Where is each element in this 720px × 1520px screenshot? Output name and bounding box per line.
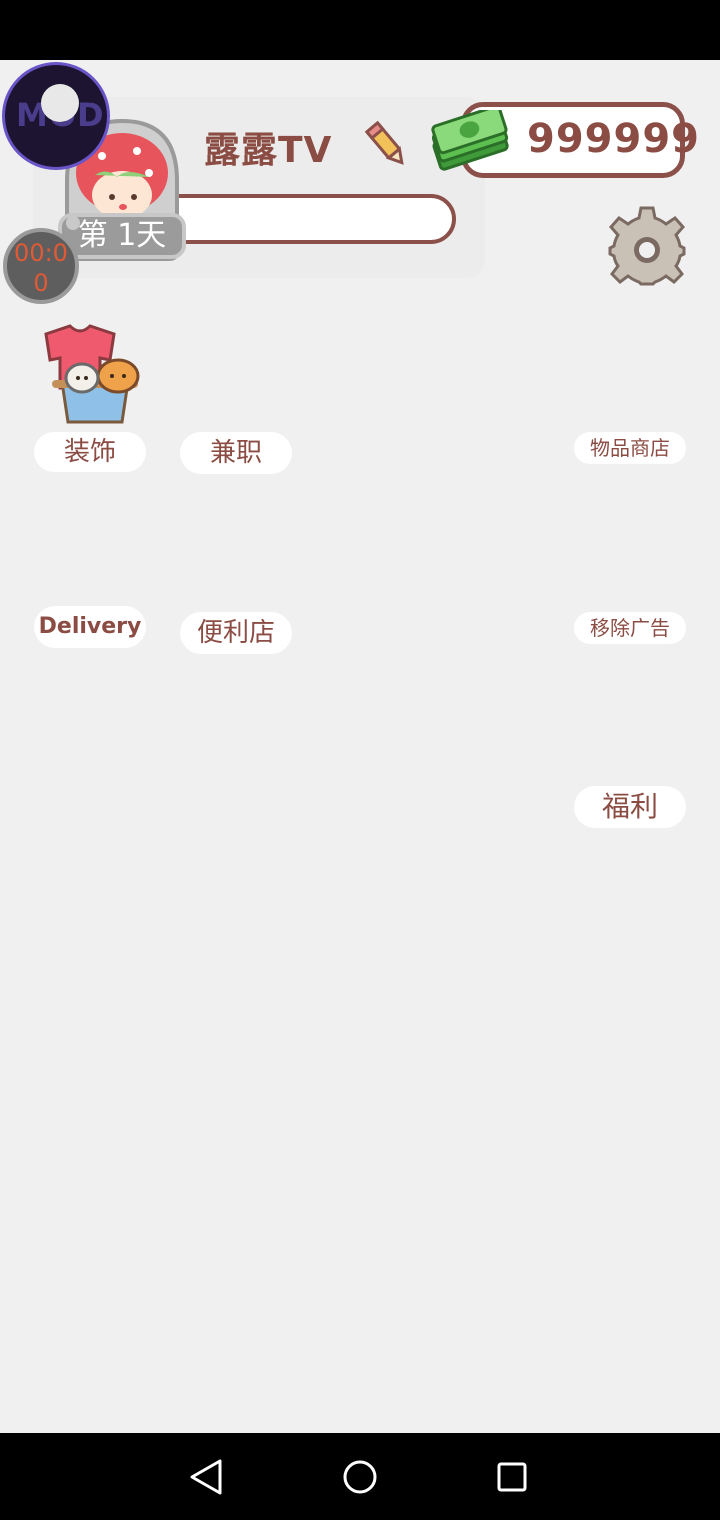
status-bar: [0, 0, 720, 60]
decorate-button[interactable]: 装饰: [34, 432, 146, 472]
remove-ads-button[interactable]: 移除广告: [574, 612, 686, 644]
timer-badge[interactable]: 00:0 0: [3, 228, 79, 304]
convenience-store-button[interactable]: 便利店: [180, 612, 292, 654]
username-label[interactable]: 露露TV: [204, 121, 332, 173]
clothes-basket-icon[interactable]: [36, 322, 146, 430]
money-value: 999999: [527, 116, 700, 162]
pencil-icon[interactable]: [360, 118, 414, 172]
part-time-button[interactable]: 兼职: [180, 432, 292, 474]
welfare-button[interactable]: 福利: [574, 786, 686, 828]
cash-icon: [428, 105, 512, 172]
recents-square-icon[interactable]: [484, 1449, 540, 1505]
timer-dot: [66, 216, 80, 230]
mod-toggle-dot[interactable]: [41, 84, 79, 122]
delivery-button[interactable]: Delivery: [34, 606, 146, 648]
navigation-bar: [0, 1433, 720, 1520]
home-circle-icon[interactable]: [332, 1449, 388, 1505]
gear-icon[interactable]: [606, 204, 688, 286]
day-progress-bar: [150, 194, 456, 244]
back-triangle-icon[interactable]: [178, 1449, 234, 1505]
item-shop-button[interactable]: 物品商店: [574, 432, 686, 464]
